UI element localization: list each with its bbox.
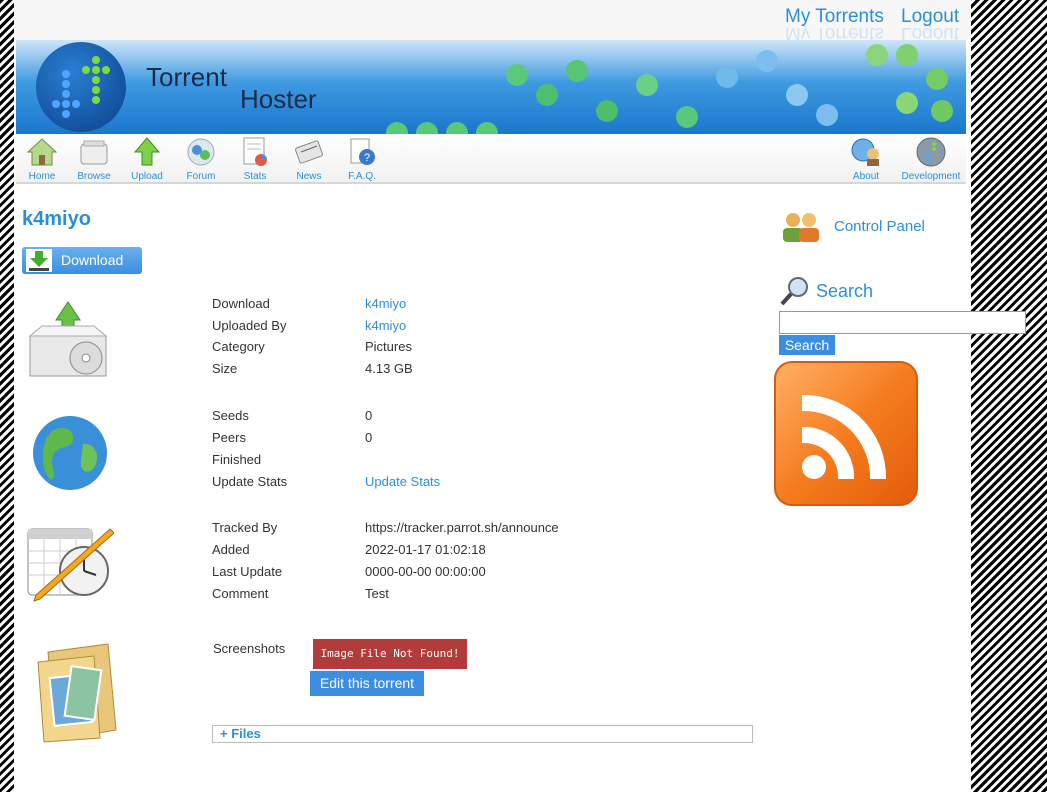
my-torrents-link[interactable]: My Torrents My Torrents — [785, 6, 884, 44]
tracking-label: Added — [212, 542, 250, 557]
calendar-icon — [26, 525, 115, 606]
search-input[interactable] — [779, 311, 1026, 334]
site-banner: Torrent Hoster — [16, 40, 966, 134]
nav-label: Forum — [186, 171, 216, 182]
news-icon — [295, 140, 323, 164]
tracking-label: Tracked By — [212, 520, 278, 535]
pictures-folder-icon — [28, 642, 118, 747]
edit-torrent-button[interactable]: Edit this torrent — [310, 671, 424, 696]
tracking-value: https://tracker.parrot.sh/announce — [365, 520, 559, 535]
update-stats-link[interactable]: Update Stats — [365, 472, 440, 492]
top-bar: My Torrents My Torrents Logout Logout — [14, 0, 971, 44]
nav-label: Browse — [77, 171, 111, 182]
globe-icon — [31, 414, 109, 495]
control-panel-link[interactable]: Control Panel — [779, 210, 959, 244]
magnifier-icon — [780, 277, 808, 306]
stats-icon — [243, 137, 267, 166]
control-panel-label: Control Panel — [834, 218, 925, 235]
page: My Torrents My Torrents Logout Logout To… — [14, 0, 1026, 792]
detail-label: Category — [212, 339, 265, 354]
tracking-value: 2022-01-17 01:02:18 — [365, 542, 486, 557]
nav-label: News — [296, 171, 322, 182]
site-logo[interactable] — [36, 42, 126, 132]
download-arrow-icon — [26, 249, 52, 272]
rss-feed-button[interactable] — [774, 361, 918, 506]
faq-icon: ? — [350, 138, 375, 165]
nav-label: Development — [901, 171, 961, 182]
tracking-label: Last Update — [212, 564, 283, 579]
logout-link[interactable]: Logout Logout — [901, 6, 959, 44]
nav-forum[interactable]: Forum — [175, 136, 227, 182]
tracking-value: 0000-00-00 00:00:00 — [365, 564, 486, 579]
stat-value: 0 — [365, 408, 373, 423]
screenshot-not-found-image[interactable]: Image File Not Found! — [313, 639, 467, 669]
svg-text:?: ? — [364, 152, 370, 164]
detail-label: Uploaded By — [212, 318, 287, 333]
detail-label: Download — [212, 296, 270, 311]
package-icon — [26, 300, 114, 383]
about-icon — [851, 138, 879, 166]
rss-icon — [802, 394, 887, 479]
detail-value: 4.13 GB — [365, 361, 413, 376]
nav-faq[interactable]: ? F.A.Q. — [336, 136, 388, 182]
nav-upload[interactable]: Upload — [121, 136, 173, 182]
files-toggle[interactable]: + Files — [212, 725, 753, 743]
stat-label: Peers — [212, 430, 246, 445]
nav-label: Stats — [243, 171, 267, 182]
download-button[interactable]: Download — [22, 247, 142, 274]
nav-label: About — [852, 171, 880, 182]
banner-title-hoster: Hoster — [240, 84, 317, 114]
detail-label: Size — [212, 361, 238, 376]
nav-news[interactable]: News — [283, 136, 335, 182]
tracking-label: Comment — [212, 586, 269, 601]
development-icon — [916, 137, 946, 167]
stat-label: Update Stats — [212, 474, 288, 489]
nav-label: Upload — [131, 171, 163, 182]
detail-value: Pictures — [365, 339, 412, 354]
stat-label: Finished — [212, 452, 262, 467]
download-link[interactable]: k4miyo — [365, 294, 406, 314]
stat-label: Seeds — [212, 408, 249, 423]
logo-arrows-icon — [52, 56, 110, 118]
stat-value: 0 — [365, 430, 373, 445]
search-heading: Search — [779, 276, 969, 306]
nav-label: Home — [28, 171, 56, 182]
search-button[interactable]: Search — [779, 335, 835, 355]
uploader-link[interactable]: k4miyo — [365, 316, 406, 336]
banner-title-torrent: Torrent — [146, 62, 227, 92]
nav-home[interactable]: Home — [16, 136, 68, 182]
tracking-value: Test — [365, 586, 389, 601]
nav-stats[interactable]: Stats — [229, 136, 281, 182]
upload-icon — [133, 137, 161, 166]
browse-icon — [80, 140, 108, 165]
main-nav: Home Browse Upload Forum Stats News ? F.… — [16, 134, 966, 184]
nav-label: F.A.Q. — [348, 171, 376, 182]
forum-icon — [187, 138, 215, 166]
home-icon — [26, 138, 58, 166]
nav-about[interactable]: About — [840, 136, 892, 182]
users-icon — [783, 213, 819, 242]
search-title: Search — [816, 281, 874, 301]
torrent-title: k4miyo — [22, 208, 91, 230]
nav-browse[interactable]: Browse — [68, 136, 120, 182]
nav-development[interactable]: Development — [898, 136, 964, 182]
